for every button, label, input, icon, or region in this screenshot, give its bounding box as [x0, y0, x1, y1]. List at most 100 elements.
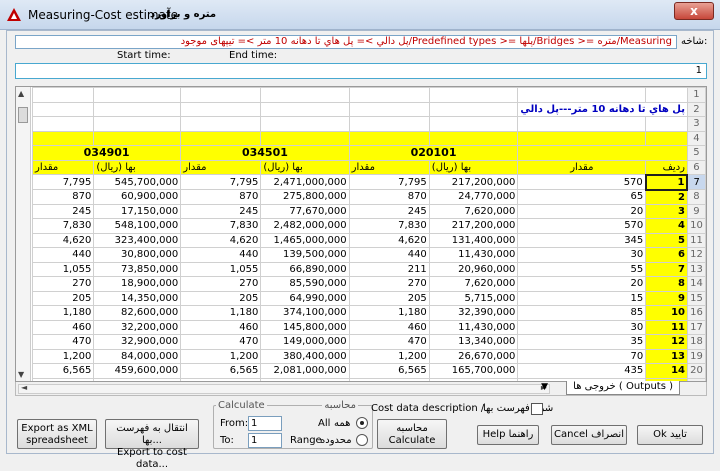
value-cell[interactable]: 205	[348, 290, 430, 306]
value-cell[interactable]: 460	[31, 319, 95, 335]
value-cell[interactable]: 459,600,000	[93, 363, 182, 379]
value-cell[interactable]: 460	[180, 319, 262, 335]
empty-cell[interactable]	[93, 101, 182, 117]
value-cell[interactable]: 24,770,000	[428, 189, 519, 205]
item-number-cell[interactable]: 4	[645, 218, 688, 234]
item-number-cell[interactable]: 9	[645, 290, 688, 306]
horizontal-scrollbar[interactable]: ◄ ►	[18, 383, 550, 394]
header-cell[interactable]	[93, 130, 182, 146]
scroll-down-icon[interactable]: ▼	[18, 370, 24, 379]
empty-cell[interactable]	[517, 116, 647, 132]
tab-dropdown-icon[interactable]: ▼	[541, 382, 548, 392]
row-number[interactable]: 2	[686, 101, 706, 117]
value-cell[interactable]: 4,620	[180, 232, 262, 248]
item-number-cell[interactable]: 5	[645, 232, 688, 248]
item-number-cell[interactable]: 2	[645, 189, 688, 205]
header-cell[interactable]	[180, 130, 262, 146]
row-number[interactable]: 5	[686, 145, 706, 161]
value-cell[interactable]: 570	[517, 174, 647, 190]
value-cell[interactable]: 2,081,000,000	[260, 363, 350, 379]
value-cell[interactable]: 270	[31, 276, 95, 292]
value-cell[interactable]: 435	[517, 363, 647, 379]
empty-cell[interactable]	[645, 116, 688, 132]
value-cell[interactable]: 30,800,000	[93, 247, 182, 263]
value-cell[interactable]: 440	[348, 247, 430, 263]
value-cell[interactable]: 345	[517, 232, 647, 248]
empty-cell[interactable]	[31, 101, 95, 117]
row-number[interactable]: 20	[686, 363, 706, 379]
value-cell[interactable]: 6,565	[348, 363, 430, 379]
row-number[interactable]: 8	[686, 189, 706, 205]
empty-cell[interactable]	[348, 116, 430, 132]
value-cell[interactable]: 870	[348, 189, 430, 205]
value-cell[interactable]: 20	[517, 276, 647, 292]
value-cell[interactable]: 14,350,000	[93, 290, 182, 306]
value-cell[interactable]: 1,055	[31, 261, 95, 277]
row-number[interactable]: 12	[686, 247, 706, 263]
item-number-cell[interactable]: 11	[645, 319, 688, 335]
header-cell[interactable]	[260, 130, 350, 146]
spreadsheet-grid[interactable]: ▲ ▼ 1 پل هاي تا دهانه 10 متر---پل دالي 2 3 4…	[15, 86, 707, 382]
value-cell[interactable]: 570	[517, 218, 647, 234]
value-cell[interactable]: 5,715,000	[428, 290, 519, 306]
value-cell[interactable]: 149,000,000	[260, 334, 350, 350]
value-cell[interactable]: 35	[517, 334, 647, 350]
row-number[interactable]: 11	[686, 232, 706, 248]
row-number[interactable]: 19	[686, 348, 706, 364]
item-number-cell[interactable]: 7	[645, 261, 688, 277]
value-cell[interactable]: 20,960,000	[428, 261, 519, 277]
value-cell[interactable]: 7,795	[31, 174, 95, 190]
empty-cell[interactable]	[517, 87, 647, 103]
cost-desc-checkbox[interactable]	[531, 403, 543, 415]
value-cell[interactable]: 77,670,000	[260, 203, 350, 219]
ok-button[interactable]: Ok تاييد	[637, 425, 703, 445]
empty-cell[interactable]	[428, 101, 519, 117]
value-cell[interactable]: 11,430,000	[428, 247, 519, 263]
row-number[interactable]: 18	[686, 334, 706, 350]
value-cell[interactable]: 1,200	[348, 348, 430, 364]
value-cell[interactable]: 245	[348, 203, 430, 219]
value-cell[interactable]: 374,100,000	[260, 305, 350, 321]
row-number[interactable]: 9	[686, 203, 706, 219]
value-cell[interactable]: 84,000,000	[93, 348, 182, 364]
header-cell[interactable]	[31, 130, 95, 146]
value-cell[interactable]: 870	[31, 189, 95, 205]
close-button[interactable]: x	[674, 2, 714, 20]
value-cell[interactable]: 1,465,000,000	[260, 232, 350, 248]
scroll-thumb[interactable]	[18, 107, 28, 123]
help-button[interactable]: Help راهنما	[477, 425, 539, 445]
item-number-cell[interactable]: 1	[644, 173, 689, 191]
empty-cell[interactable]	[428, 87, 519, 103]
empty-cell[interactable]	[31, 87, 95, 103]
value-cell[interactable]: 131,400,000	[428, 232, 519, 248]
value-cell[interactable]: 145,800,000	[260, 319, 350, 335]
value-cell[interactable]: 2,471,000,000	[260, 174, 350, 190]
value-cell[interactable]: 55	[517, 261, 647, 277]
empty-cell[interactable]	[348, 101, 430, 117]
value-cell[interactable]: 13,340,000	[428, 334, 519, 350]
value-cell[interactable]: 470	[348, 334, 430, 350]
value-cell[interactable]: 85,590,000	[260, 276, 350, 292]
value-cell[interactable]: 6,565	[180, 363, 262, 379]
value-cell[interactable]: 65	[517, 189, 647, 205]
value-cell[interactable]: 18,900,000	[93, 276, 182, 292]
value-cell[interactable]: 30	[517, 319, 647, 335]
value-cell[interactable]: 1,055	[180, 261, 262, 277]
row-number[interactable]: 15	[686, 290, 706, 306]
value-cell[interactable]: 217,200,000	[428, 218, 519, 234]
cancel-button[interactable]: Cancel انصراف	[551, 425, 627, 445]
value-cell[interactable]: 66,890,000	[260, 261, 350, 277]
value-cell[interactable]: 205	[180, 290, 262, 306]
value-cell[interactable]: 470	[31, 334, 95, 350]
value-cell[interactable]: 440	[180, 247, 262, 263]
value-cell[interactable]: 2,482,000,000	[260, 218, 350, 234]
value-cell[interactable]: 270	[348, 276, 430, 292]
value-cell[interactable]: 1,200	[31, 348, 95, 364]
row-number[interactable]: 17	[686, 319, 706, 335]
value-cell[interactable]: 15	[517, 290, 647, 306]
item-number-cell[interactable]: 13	[645, 348, 688, 364]
to-field[interactable]: 1	[248, 433, 282, 448]
value-cell[interactable]: 545,700,000	[93, 174, 182, 190]
header-cell[interactable]	[428, 130, 519, 146]
header-cell[interactable]	[645, 130, 688, 146]
